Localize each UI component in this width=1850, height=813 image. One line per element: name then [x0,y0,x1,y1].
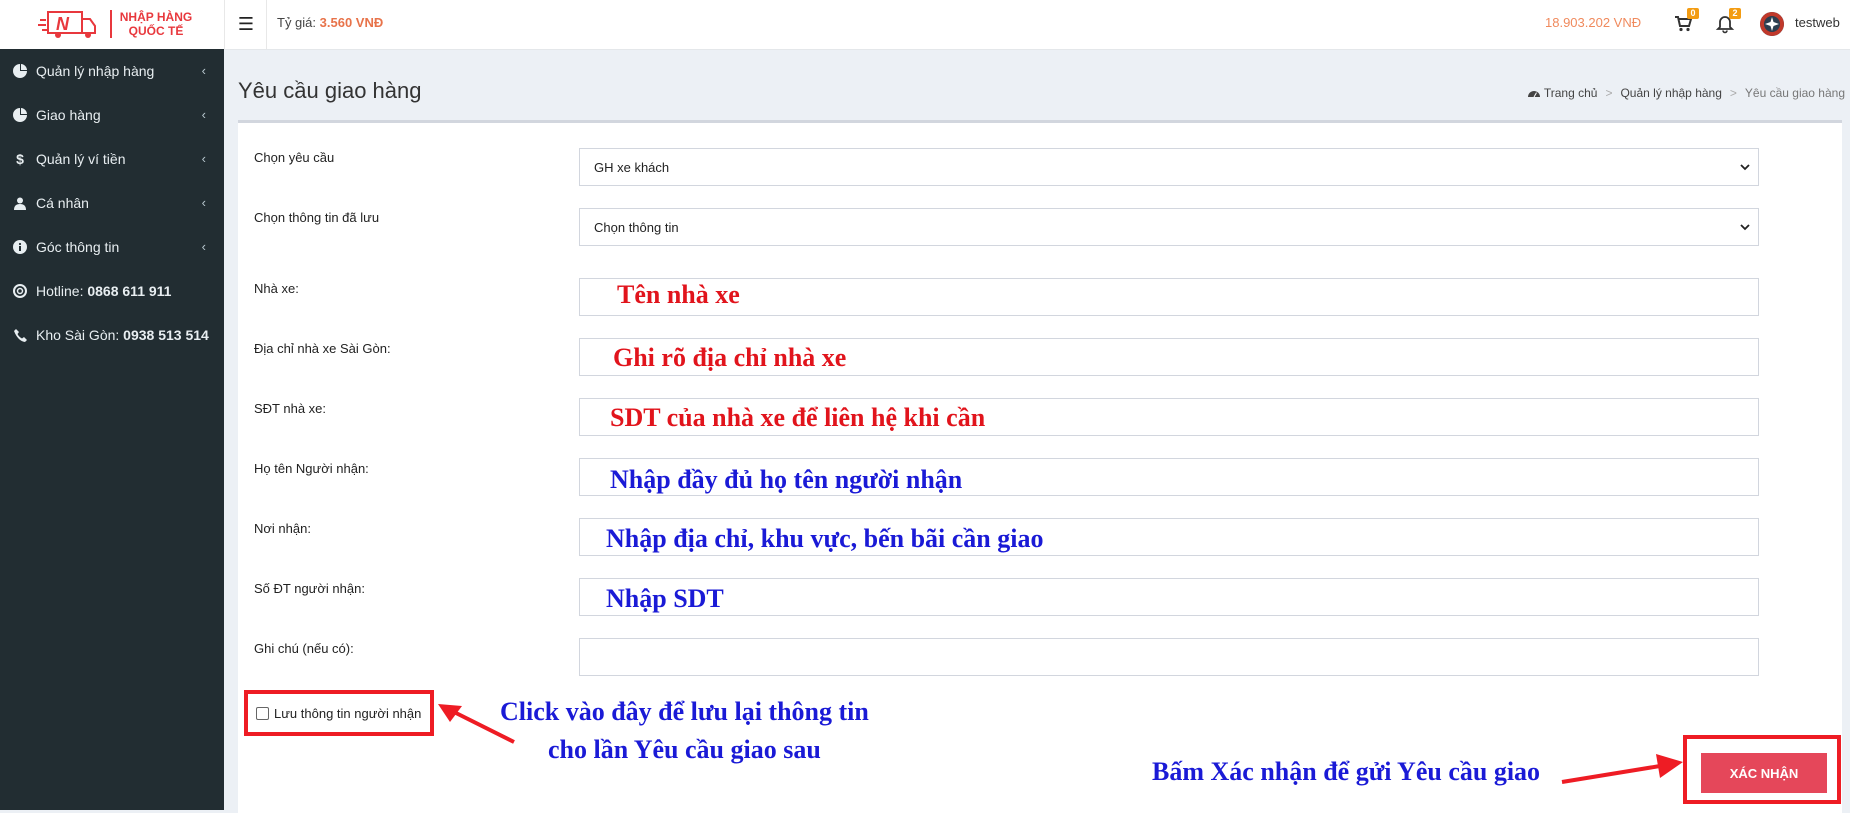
notification-button[interactable]: 2 [1714,8,1741,34]
arrow-to-submit-icon [1561,754,1683,784]
save-info-annotation-line1: Click vào đây để lưu lại thông tin [500,697,869,726]
avatar[interactable] [1760,12,1784,36]
logo-text: NHẬP HÀNG QUỐC TẾ [110,10,194,38]
logo-text-line1: NHẬP HÀNG [119,10,193,24]
save-info-annotation-line2: cho lần Yêu cầu giao sau [548,735,821,764]
sidebar: Quản lý nhập hàng ‹ Giao hàng ‹ $ Quản l… [0,49,224,810]
save-info-highlight: Lưu thông tin người nhận [244,690,434,736]
carrier-phone-label: SĐT nhà xe: [254,401,327,416]
breadcrumb-home[interactable]: Trang chủ [1544,86,1598,100]
top-navbar: N NHẬP HÀNG QUỐC TẾ ☰ Tỷ giá: 3.560 VNĐ … [0,0,1850,50]
pie-chart-icon [12,107,28,123]
logo-letter: N [56,14,70,34]
carrier-input[interactable] [579,278,1759,316]
warehouse-number: 0938 513 514 [123,327,209,343]
phone-icon [12,327,28,343]
hamburger-menu-icon[interactable]: ☰ [236,13,256,35]
dashboard-icon [1527,88,1540,98]
receiver-phone-label: Số ĐT người nhận: [254,581,365,596]
hotline-label: Hotline: [36,283,84,299]
sidebar-item-label: Quản lý nhập hàng [36,63,155,79]
wallet-balance[interactable]: 18.903.202 VNĐ [1545,15,1641,30]
truck-logo-icon: N [38,11,96,38]
logo[interactable]: N NHẬP HÀNG QUỐC TẾ [0,0,225,49]
carrier-phone-annotation: SDT của nhà xe để liên hệ khi cần [610,403,986,432]
exchange-rate-value: 3.560 VNĐ [319,15,384,30]
carrier-address-label: Địa chỉ nhà xe Sài Gòn: [254,341,391,356]
note-input[interactable] [579,638,1759,676]
cart-count-badge: 0 [1687,8,1699,19]
sidebar-item-import-management[interactable]: Quản lý nhập hàng ‹ [0,49,224,93]
save-info-label: Lưu thông tin người nhận [274,705,422,721]
saved-info-value: Chọn thông tin [594,219,679,235]
chevron-left-icon: ‹ [201,195,206,210]
dollar-icon: $ [16,151,24,167]
username[interactable]: testweb [1795,15,1840,30]
submit-highlight: XÁC NHẬN [1683,735,1841,804]
carrier-label: Nhà xe: [254,281,299,296]
save-info-checkbox[interactable] [256,706,269,720]
submit-annotation: Bấm Xác nhận để gửi Yêu cầu giao [1152,757,1541,786]
notification-count-badge: 2 [1729,8,1741,19]
sidebar-item-info-corner[interactable]: Góc thông tin ‹ [0,225,224,269]
note-label: Ghi chú (nếu có): [254,641,354,656]
carrier-address-annotation: Ghi rõ địa chỉ nhà xe [613,343,847,372]
breadcrumb-current: Yêu cầu giao hàng [1744,86,1845,100]
sidebar-item-wallet[interactable]: $ Quản lý ví tiền ‹ [0,137,224,181]
sidebar-item-personal[interactable]: Cá nhân ‹ [0,181,224,225]
breadcrumb-separator: > [1605,86,1613,100]
chevron-left-icon: ‹ [201,151,206,166]
chevron-down-icon [1740,224,1750,231]
avatar-icon [1760,12,1784,36]
receiver-phone-annotation: Nhập SDT [606,584,724,613]
sidebar-item-label: Cá nhân [36,195,89,211]
cart-button[interactable]: 0 [1672,8,1699,34]
breadcrumb-separator: > [1729,86,1737,100]
sidebar-item-label: Quản lý ví tiền [36,151,126,167]
hotline-number: 0868 611 911 [87,283,172,299]
exchange-rate: Tỷ giá: 3.560 VNĐ [277,15,383,30]
chevron-down-icon [1740,164,1750,171]
info-icon [12,239,28,255]
save-info-annotation: Click vào đây để lưu lại thông tin cho l… [500,693,869,769]
logo-text-line2: QUỐC TẾ [128,24,184,38]
receiver-phone-input[interactable] [579,578,1759,616]
breadcrumb-import-management[interactable]: Quản lý nhập hàng [1620,86,1721,100]
confirm-button[interactable]: XÁC NHẬN [1701,753,1827,793]
warehouse-label: Kho Sài Gòn: [36,327,120,343]
request-type-select[interactable]: GH xe khách [579,148,1759,186]
carrier-annotation: Tên nhà xe [617,280,740,309]
receiver-place-label: Nơi nhận: [254,521,311,536]
exchange-rate-label: Tỷ giá: [277,15,317,30]
request-type-value: GH xe khách [594,159,670,175]
breadcrumb: Trang chủ > Quản lý nhập hàng > Yêu cầu … [1527,86,1845,100]
page-title: Yêu cầu giao hàng [238,78,422,103]
sidebar-item-delivery[interactable]: Giao hàng ‹ [0,93,224,137]
lifebuoy-icon [12,283,28,299]
chevron-left-icon: ‹ [201,63,206,78]
header-divider [266,0,267,49]
chevron-left-icon: ‹ [201,239,206,254]
receiver-name-annotation: Nhập đầy đủ họ tên người nhận [610,465,963,494]
pie-chart-icon [12,63,28,79]
saved-info-select[interactable]: Chọn thông tin [579,208,1759,246]
sidebar-hotline[interactable]: Hotline: 0868 611 911 [0,269,224,313]
saved-info-label: Chọn thông tin đã lưu [254,210,380,225]
receiver-place-annotation: Nhập địa chỉ, khu vực, bến bãi cần giao [606,524,1044,553]
user-icon [12,195,28,211]
chevron-left-icon: ‹ [201,107,206,122]
sidebar-item-label: Góc thông tin [36,239,120,255]
sidebar-warehouse-phone[interactable]: Kho Sài Gòn: 0938 513 514 [0,313,224,357]
sidebar-item-label: Giao hàng [36,107,101,123]
request-type-label: Chọn yêu cầu [254,150,335,165]
receiver-name-label: Họ tên Người nhận: [254,461,369,476]
